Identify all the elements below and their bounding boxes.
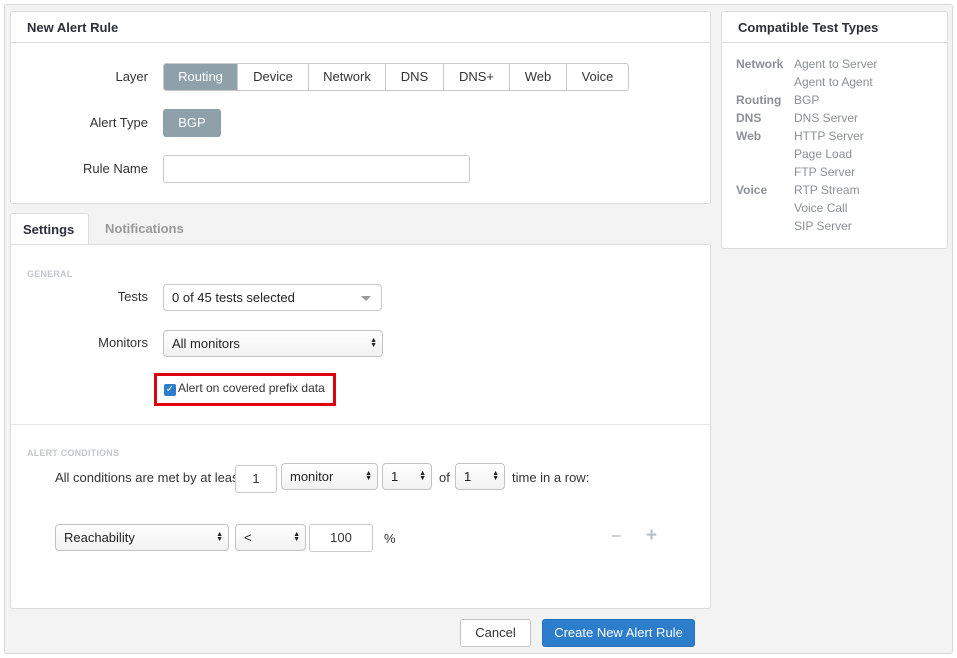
tests-select[interactable]: 0 of 45 tests selected <box>163 284 382 311</box>
times-select-value: 1 <box>391 469 399 484</box>
layer-web[interactable]: Web <box>510 64 567 90</box>
item-sip-server: SIP Server <box>794 219 852 233</box>
tab-notifications[interactable]: Notifications <box>93 213 196 245</box>
rule-name-label: Rule Name <box>82 161 148 176</box>
updown-arrows-icon: ▲ ▼ <box>293 531 300 543</box>
panel-title: New Alert Rule <box>11 12 710 43</box>
alert-type-bgp[interactable]: BGP <box>163 109 221 137</box>
layer-device[interactable]: Device <box>238 64 309 90</box>
tab-settings[interactable]: Settings <box>10 213 89 245</box>
alert-type-label: Alert Type <box>89 115 148 130</box>
divider <box>11 424 710 425</box>
time-in-row-text: time in a row: <box>512 470 590 485</box>
updown-arrows-icon: ▲ ▼ <box>370 337 377 349</box>
item-http-server: HTTP Server <box>794 129 864 143</box>
monitors-select-value: All monitors <box>172 336 240 351</box>
layer-segmented-control: Routing Device Network DNS DNS+ Web Voic… <box>163 63 629 91</box>
new-alert-rule-panel: New Alert Rule Layer Routing Device Netw… <box>10 11 711 204</box>
category-routing: Routing <box>736 93 782 107</box>
operator-select-value: < <box>244 530 252 545</box>
rule-name-input[interactable] <box>163 155 470 183</box>
covered-prefix-checkbox[interactable]: ✓ <box>164 384 176 396</box>
unit-select[interactable]: monitor ▲ ▼ <box>281 463 378 490</box>
monitors-label: Monitors <box>98 335 148 350</box>
item-bgp: BGP <box>794 93 820 107</box>
compatible-title: Compatible Test Types <box>722 12 947 43</box>
covered-prefix-label: Alert on covered prefix data <box>178 381 325 395</box>
item-agent-to-server: Agent to Server <box>794 57 878 71</box>
remove-condition-icon[interactable]: − <box>611 526 622 547</box>
tests-label: Tests <box>117 289 148 304</box>
operator-select[interactable]: < ▲ ▼ <box>235 524 306 551</box>
item-agent-to-agent: Agent to Agent <box>794 75 873 89</box>
of-text: of <box>439 470 450 485</box>
item-rtp-stream: RTP Stream <box>794 183 860 197</box>
category-dns: DNS <box>736 111 762 125</box>
general-header: GENERAL <box>27 269 73 279</box>
updown-arrows-icon: ▲ ▼ <box>216 531 223 543</box>
metric-select[interactable]: Reachability ▲ ▼ <box>55 524 229 551</box>
updown-arrows-icon: ▲ ▼ <box>365 470 372 482</box>
tests-select-value: 0 of 45 tests selected <box>172 290 295 305</box>
caret-down-icon <box>361 296 371 301</box>
category-voice: Voice <box>736 183 768 197</box>
settings-panel: GENERAL Tests 0 of 45 tests selected Mon… <box>10 244 711 609</box>
cancel-button[interactable]: Cancel <box>460 619 531 647</box>
compatible-test-types-panel: Compatible Test Types Network Agent to S… <box>721 11 948 249</box>
category-network: Network <box>736 57 784 71</box>
layer-label: Layer <box>115 69 148 84</box>
alert-conditions-header: ALERT CONDITIONS <box>27 448 120 458</box>
item-page-load: Page Load <box>794 147 853 161</box>
layer-voice[interactable]: Voice <box>567 64 628 90</box>
monitor-count-input[interactable]: 1 <box>235 465 277 493</box>
monitors-select[interactable]: All monitors ▲ ▼ <box>163 330 383 357</box>
updown-arrows-icon: ▲ ▼ <box>492 470 499 482</box>
times-select[interactable]: 1 ▲ ▼ <box>382 463 432 490</box>
layer-dns-plus[interactable]: DNS+ <box>444 64 510 90</box>
item-dns-server: DNS Server <box>794 111 859 125</box>
layer-dns[interactable]: DNS <box>386 64 444 90</box>
layer-network[interactable]: Network <box>309 64 386 90</box>
create-alert-rule-button[interactable]: Create New Alert Rule <box>542 619 695 647</box>
of-select-value: 1 <box>464 469 472 484</box>
item-ftp-server: FTP Server <box>794 165 856 179</box>
conditions-intro: All conditions are met by at least <box>55 470 243 485</box>
unit-select-value: monitor <box>290 469 334 484</box>
item-voice-call: Voice Call <box>794 201 848 215</box>
threshold-input[interactable]: 100 <box>309 524 373 552</box>
percent-suffix: % <box>384 531 396 546</box>
add-condition-icon[interactable]: + <box>646 525 657 547</box>
of-select[interactable]: 1 ▲ ▼ <box>455 463 505 490</box>
updown-arrows-icon: ▲ ▼ <box>419 470 426 482</box>
metric-select-value: Reachability <box>64 530 135 545</box>
category-web: Web <box>736 129 762 143</box>
layer-routing[interactable]: Routing <box>164 64 238 90</box>
